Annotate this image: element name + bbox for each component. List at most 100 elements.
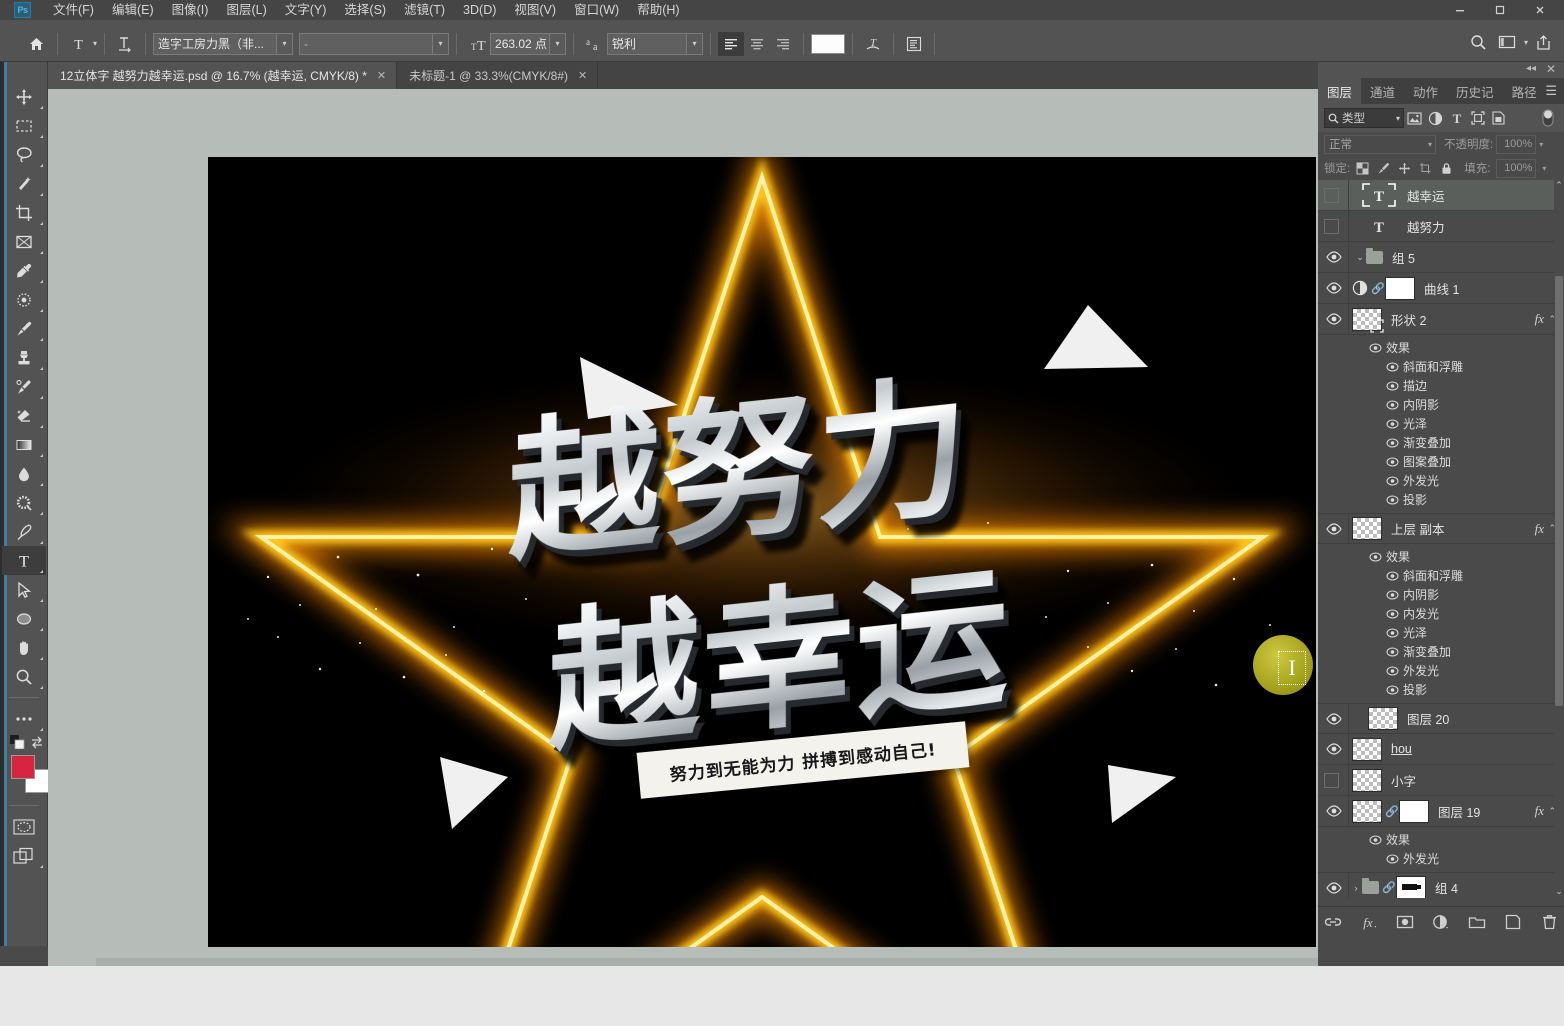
- new-group-icon[interactable]: [1467, 912, 1487, 932]
- canvas-horizontal-scrollbar[interactable]: [96, 958, 1366, 966]
- visibility-toggle[interactable]: [1385, 436, 1399, 450]
- effects-header[interactable]: 效果: [1318, 338, 1564, 357]
- quick-selection-tool[interactable]: [2, 169, 46, 198]
- layer-thumbnail[interactable]: [1352, 737, 1382, 761]
- type-layer-thumbnail[interactable]: T: [1360, 214, 1398, 239]
- lock-image-icon[interactable]: [1374, 159, 1392, 177]
- chevron-right-icon[interactable]: ›: [1350, 883, 1362, 893]
- visibility-toggle[interactable]: [1324, 709, 1344, 729]
- visibility-toggle[interactable]: [1324, 739, 1344, 759]
- eyedropper-tool[interactable]: [2, 256, 46, 285]
- effect-row[interactable]: 投影: [1318, 490, 1564, 509]
- layer-row-hou[interactable]: hou: [1318, 734, 1564, 765]
- type-tool-icon[interactable]: T: [65, 32, 91, 56]
- group-mask-thumbnail[interactable]: [1396, 876, 1426, 898]
- effect-row[interactable]: 图案叠加: [1318, 452, 1564, 471]
- menu-window[interactable]: 窗口(W): [565, 0, 628, 20]
- adjustment-layer-icon[interactable]: [1352, 280, 1368, 296]
- filter-toggle-icon[interactable]: [1537, 108, 1558, 128]
- chevron-down-icon[interactable]: ▾: [1428, 140, 1432, 149]
- visibility-toggle[interactable]: [1385, 683, 1399, 697]
- visibility-toggle[interactable]: [1324, 278, 1344, 298]
- visibility-toggle[interactable]: [1385, 455, 1399, 469]
- layer-fx-icon[interactable]: fx: [1535, 803, 1544, 819]
- lock-all-icon[interactable]: [1437, 159, 1455, 177]
- anti-alias-select[interactable]: 锐利 ▾: [607, 32, 704, 55]
- effect-row[interactable]: 外发光: [1318, 471, 1564, 490]
- text-orientation-icon[interactable]: [112, 32, 138, 56]
- visibility-toggle[interactable]: [1324, 773, 1339, 788]
- font-size-select[interactable]: 263.02 点 ▾: [490, 32, 567, 55]
- layer-name[interactable]: hou: [1391, 742, 1412, 756]
- tab-layers[interactable]: 图层: [1318, 78, 1362, 104]
- chevron-down-icon[interactable]: ▾: [93, 39, 97, 48]
- visibility-toggle[interactable]: [1324, 519, 1344, 539]
- layer-name[interactable]: 形状 2: [1391, 310, 1426, 329]
- move-tool[interactable]: [2, 82, 46, 111]
- visibility-toggle[interactable]: [1385, 417, 1399, 431]
- effect-row[interactable]: 描边: [1318, 376, 1564, 395]
- chevron-down-icon[interactable]: ⌄: [1354, 252, 1366, 263]
- opacity-value[interactable]: 100%: [1496, 134, 1537, 154]
- layer-name[interactable]: 上层 副本: [1391, 519, 1444, 538]
- visibility-toggle[interactable]: [1324, 801, 1344, 821]
- layer-name[interactable]: 曲线 1: [1424, 279, 1459, 298]
- align-left-icon[interactable]: [718, 31, 745, 56]
- home-icon[interactable]: [22, 31, 50, 57]
- effect-row[interactable]: 外发光: [1318, 849, 1564, 868]
- layer-row-curves1[interactable]: 🔗 曲线 1: [1318, 273, 1564, 304]
- collapse-panel-icon[interactable]: ◂◂: [1526, 63, 1536, 74]
- crop-tool[interactable]: [2, 198, 46, 227]
- quick-mask-icon[interactable]: [2, 812, 46, 841]
- layer-list[interactable]: T 越幸运 T 越努力 ⌄ 组 5 🔗 曲线 1 形状 2 fx ⌃ 效果 斜面…: [1318, 180, 1564, 898]
- artboard[interactable]: 越努力 越幸运 努力到无能为力 拼搏到感动自己!: [208, 157, 1316, 947]
- swap-colors-icon[interactable]: [30, 735, 44, 749]
- menu-type[interactable]: 文字(Y): [276, 0, 336, 20]
- blur-tool[interactable]: [2, 459, 46, 488]
- tab-paths[interactable]: 路径: [1503, 78, 1546, 104]
- close-icon[interactable]: ✕: [377, 69, 386, 82]
- edit-toolbar-icon[interactable]: [2, 704, 46, 733]
- effect-row[interactable]: 光泽: [1318, 623, 1564, 642]
- layer-mask-link-icon[interactable]: 🔗: [1385, 805, 1399, 818]
- scrollbar-thumb[interactable]: [1555, 276, 1563, 706]
- layer-mask-thumbnail[interactable]: [1399, 799, 1429, 823]
- visibility-toggle[interactable]: [1385, 379, 1399, 393]
- lock-transparent-icon[interactable]: [1353, 159, 1371, 177]
- visibility-toggle[interactable]: [1324, 219, 1339, 234]
- lock-artboard-icon[interactable]: [1416, 159, 1434, 177]
- menu-select[interactable]: 选择(S): [335, 0, 395, 20]
- layer-name[interactable]: 越幸运: [1407, 186, 1445, 205]
- menu-layer[interactable]: 图层(L): [217, 0, 275, 20]
- foreground-color-swatch[interactable]: [11, 755, 35, 779]
- layer-row-group5[interactable]: ⌄ 组 5: [1318, 242, 1564, 273]
- close-icon[interactable]: [1520, 1, 1560, 19]
- layer-mask-icon[interactable]: [1395, 912, 1415, 932]
- type-layer-thumbnail[interactable]: T: [1360, 183, 1398, 208]
- panel-menu-icon[interactable]: ☰: [1545, 83, 1557, 99]
- chevron-down-icon[interactable]: ▾: [432, 33, 449, 54]
- path-selection-tool[interactable]: [2, 575, 46, 604]
- pen-tool[interactable]: [2, 517, 46, 546]
- zoom-tool[interactable]: [2, 662, 46, 691]
- canvas-area[interactable]: 越努力 越幸运 努力到无能为力 拼搏到感动自己!: [48, 89, 1366, 966]
- align-right-icon[interactable]: [770, 32, 796, 56]
- effect-row[interactable]: 渐变叠加: [1318, 433, 1564, 452]
- layer-name[interactable]: 组 5: [1392, 248, 1415, 267]
- layers-vertical-scrollbar[interactable]: ⌃ ⌄: [1554, 180, 1564, 898]
- chevron-down-icon[interactable]: ▾: [549, 33, 566, 54]
- font-style-select[interactable]: - ▾: [299, 32, 450, 55]
- clone-stamp-tool[interactable]: [2, 343, 46, 372]
- effect-row[interactable]: 光泽: [1318, 414, 1564, 433]
- layer-row-yuexingyun[interactable]: T 越幸运: [1318, 180, 1564, 211]
- tab-actions[interactable]: 动作: [1404, 78, 1447, 104]
- brush-tool[interactable]: [2, 314, 46, 343]
- scroll-down-icon[interactable]: ⌄: [1555, 886, 1563, 898]
- layer-thumbnail[interactable]: [1352, 799, 1382, 823]
- effect-row[interactable]: 内阴影: [1318, 585, 1564, 604]
- minimize-icon[interactable]: [1440, 1, 1480, 19]
- workspace-icon[interactable]: [1494, 30, 1520, 54]
- visibility-toggle[interactable]: [1385, 645, 1399, 659]
- dodge-tool[interactable]: [2, 488, 46, 517]
- tab-channels[interactable]: 通道: [1361, 78, 1404, 104]
